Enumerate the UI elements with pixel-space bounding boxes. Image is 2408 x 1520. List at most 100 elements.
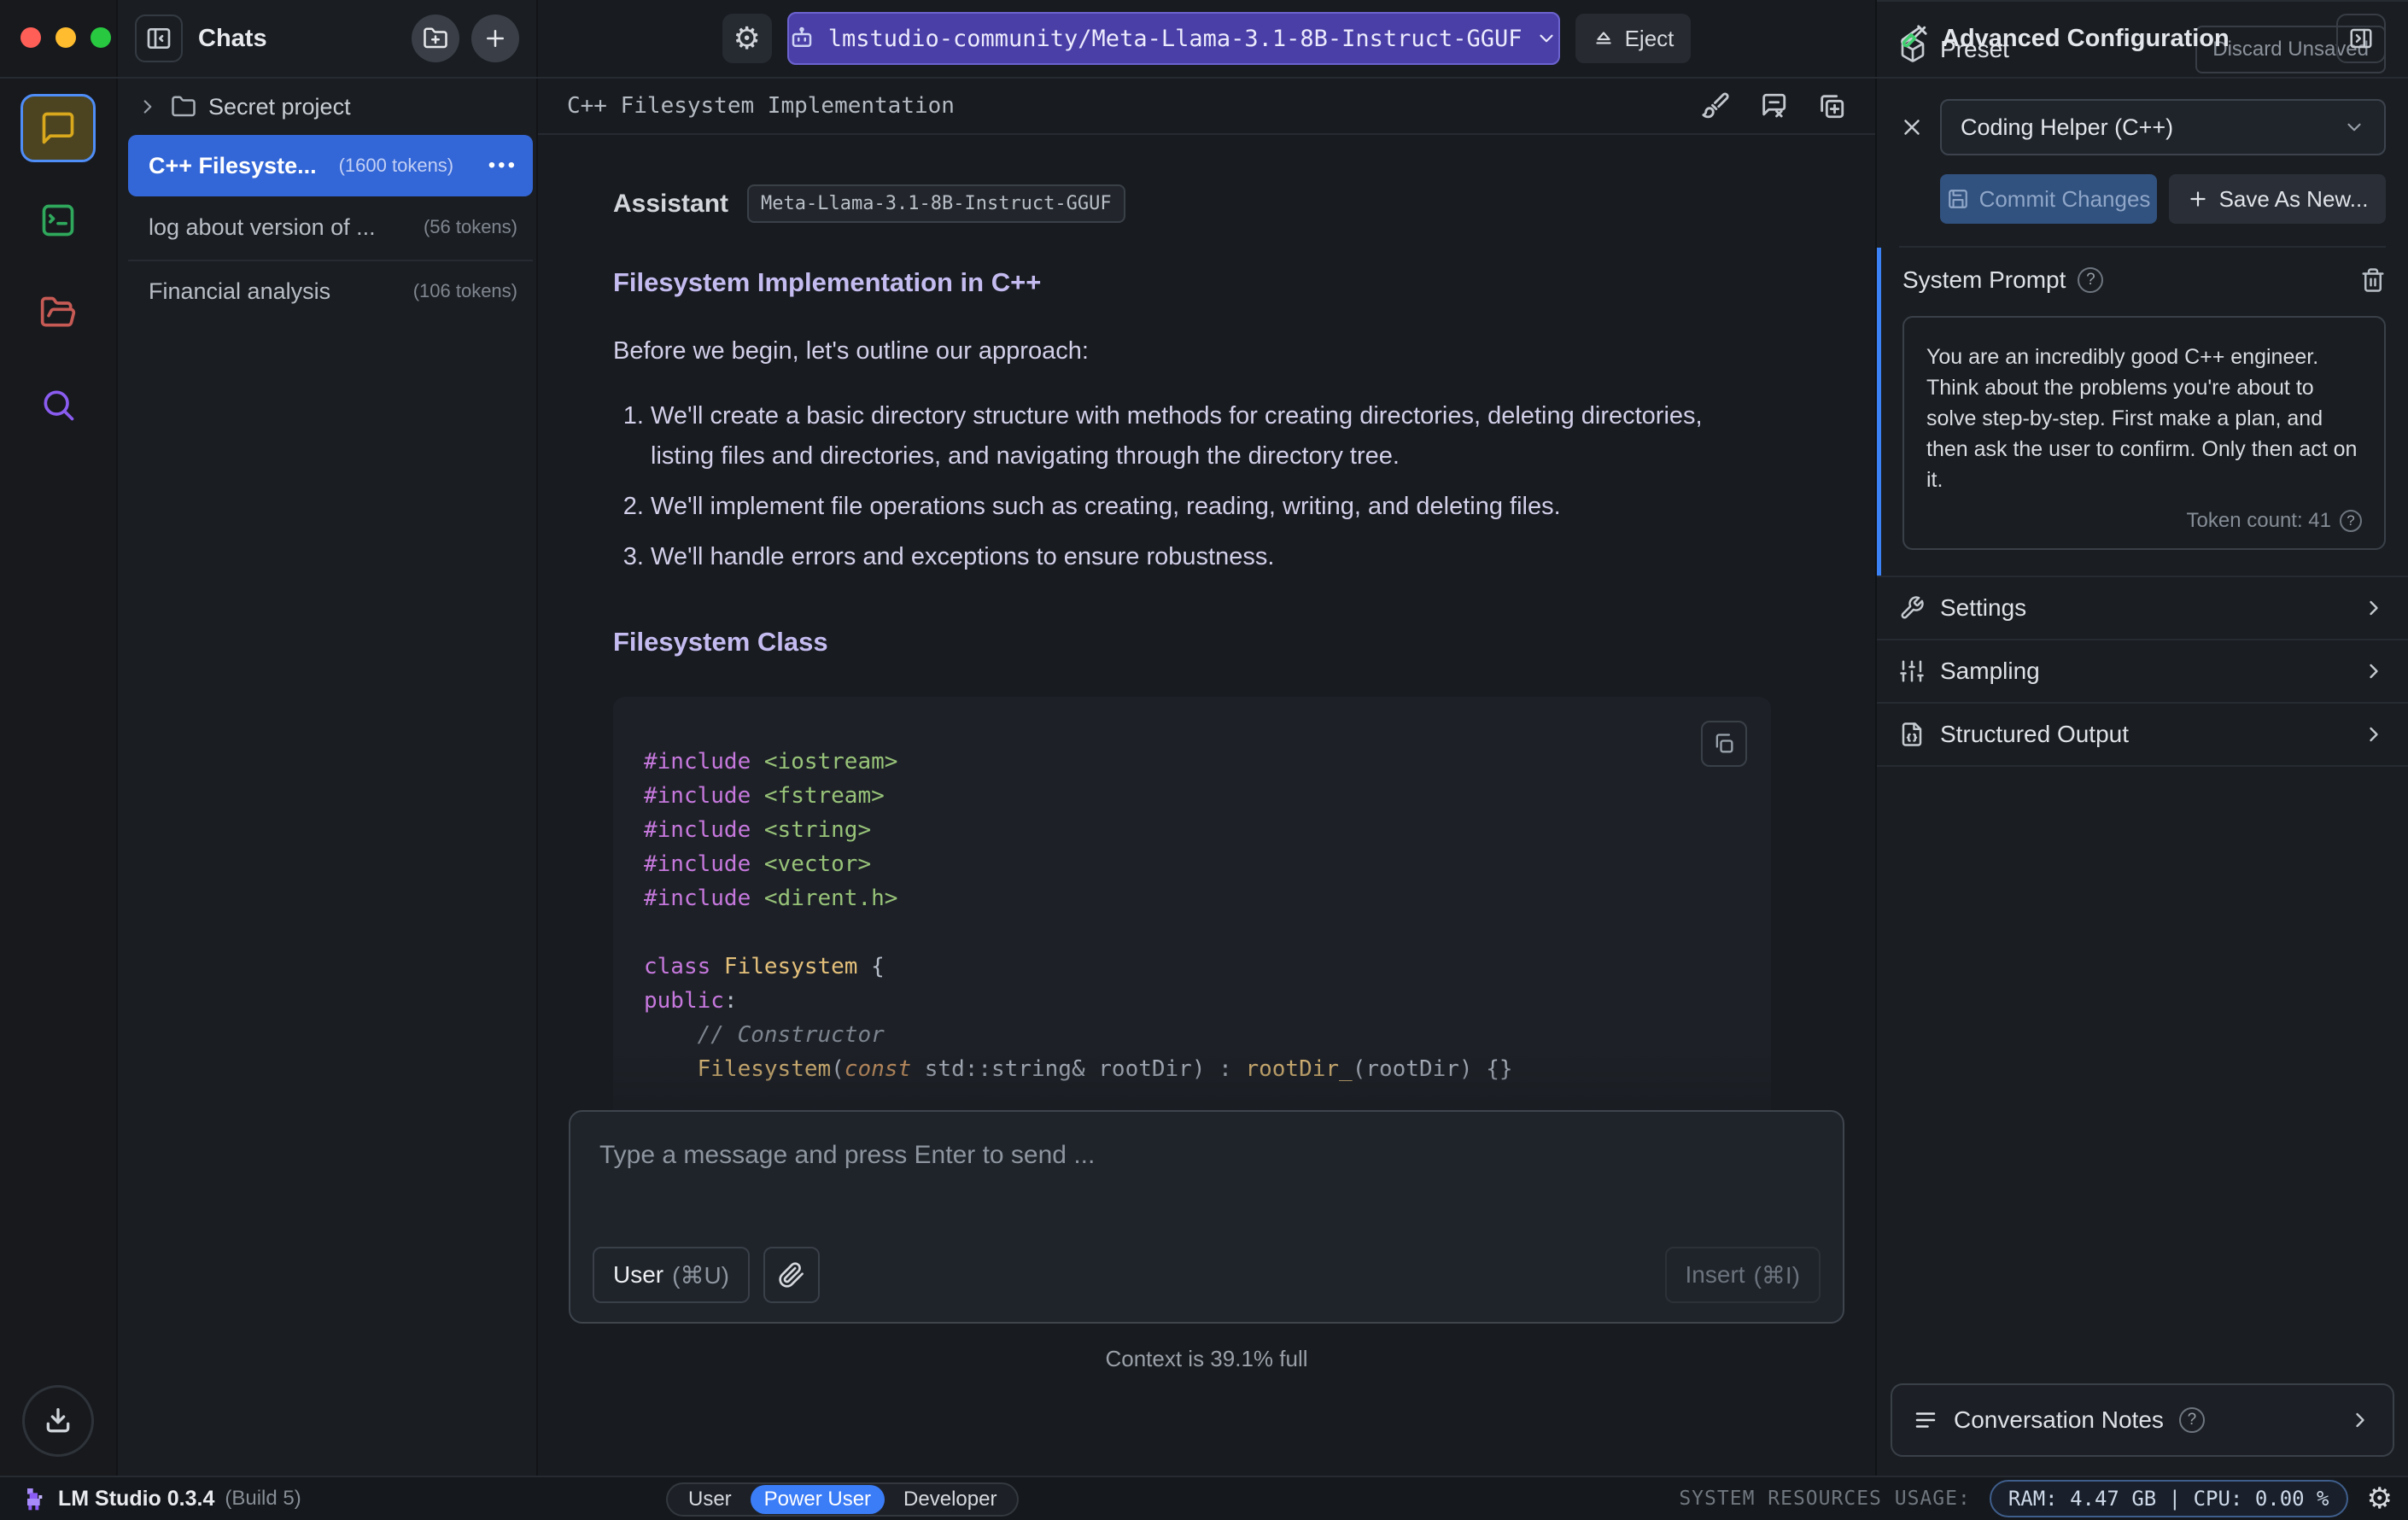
chat-titlebar: C++ Filesystem Implementation [538,79,1875,135]
downloads-button[interactable] [22,1385,94,1457]
trash-icon[interactable] [2360,267,2386,293]
chat-bubble-icon [39,109,77,147]
message-paragraph: Before we begin, let's outline our appro… [613,337,1089,365]
lmstudio-logo-icon [20,1485,48,1512]
search-icon [39,386,77,424]
message-list-item: We'll handle errors and exceptions to en… [651,537,1732,577]
app-name: LM Studio 0.3.4 [58,1486,215,1511]
wrench-icon [1899,595,1925,621]
new-folder-button[interactable] [412,15,459,62]
chat-item-tokens: (56 tokens) [423,216,517,237]
paperclip-icon [778,1261,805,1289]
code-line: public: [644,987,738,1014]
close-window-button[interactable] [20,27,41,48]
code-block: #include <iostream> #include <fstream> #in… [613,696,1771,1175]
message-input[interactable]: Type a message and press Enter to send .… [569,1110,1844,1324]
assistant-message-body: Filesystem Implementation in C++ Before … [613,267,1771,1175]
preset-value: Coding Helper (C++) [1961,114,2174,140]
preset-dropdown[interactable]: Coding Helper (C++) [1940,99,2386,155]
role-toggle-button[interactable]: User (⌘U) [593,1247,750,1303]
code-line: #include <string> [644,816,872,843]
nav-developer-button[interactable] [20,186,96,254]
minimize-window-button[interactable] [56,27,76,48]
code-line: #include <fstream> [644,782,885,809]
conversation-area[interactable]: Assistant Meta-Llama-3.1-8B-Instruct-GGU… [538,137,1875,1187]
copy-code-button[interactable] [1701,720,1747,767]
eject-model-button[interactable]: Eject [1575,14,1692,63]
chevron-right-icon [2362,722,2386,746]
clear-preset-button[interactable] [1899,114,1925,140]
resources-usage-pill[interactable]: RAM: 4.47 GB | CPU: 0.00 % [1989,1480,2348,1517]
code-line: // Constructor [644,1021,885,1048]
help-icon[interactable]: ? [2078,267,2104,293]
collapse-sidebar-button[interactable] [135,15,183,62]
chat-list-item[interactable]: C++ Filesyste... (1600 tokens) ••• [128,135,533,196]
system-prompt-textarea[interactable]: You are an incredibly good C++ engineer.… [1902,316,2386,550]
mode-user[interactable]: User [675,1485,745,1514]
section-settings[interactable]: Settings [1877,577,2408,640]
maximize-window-button[interactable] [91,27,111,48]
settings-gear-icon[interactable]: ⚙ [2367,1482,2393,1516]
clear-conversation-icon[interactable] [1759,91,1788,120]
save-as-new-label: Save As New... [2218,185,2369,212]
help-icon[interactable]: ? [2340,510,2362,532]
chevron-down-icon [2343,116,2365,138]
duplicate-chat-icon[interactable] [1817,91,1846,120]
chat-title: C++ Filesystem Implementation [567,93,955,119]
message-heading: Filesystem Implementation in C++ [613,267,1042,297]
context-usage-status: Context is 39.1% full [1105,1346,1308,1371]
chevron-right-icon [2348,1408,2372,1432]
commit-changes-label: Commit Changes [1978,185,2151,212]
chat-main: C++ Filesystem Implementation Assistant … [538,0,1875,1476]
message-input-placeholder: Type a message and press Enter to send .… [599,1141,1096,1169]
nav-discover-button[interactable] [20,371,96,439]
loaded-model-selector[interactable]: lmstudio-community/Meta-Llama-3.1-8B-Ins… [786,12,1560,65]
help-icon: ? [2178,1407,2205,1433]
notes-lines-icon [1913,1407,1938,1433]
nav-my-models-button[interactable] [20,278,96,347]
message-list-item: We'll create a basic directory structure… [651,396,1732,476]
mode-developer[interactable]: Developer [890,1485,1010,1514]
mode-power-user[interactable]: Power User [750,1485,885,1514]
chats-sidebar: Chats Secret project C++ Filesyste... (1… [116,0,538,1476]
chat-item-title: log about version of ... [149,213,376,240]
chat-list-item[interactable]: log about version of ... (56 tokens) [128,196,533,258]
role-label: User [613,1261,664,1288]
section-sampling[interactable]: Sampling [1877,640,2408,704]
collapse-panel-button[interactable] [2336,14,2386,63]
eject-label: Eject [1624,25,1674,51]
model-settings-button[interactable]: ⚙ [722,14,772,63]
chat-item-menu-button[interactable]: ••• [488,154,517,178]
assistant-message-header: Assistant Meta-Llama-3.1-8B-Instruct-GGU… [613,184,1771,223]
nav-chat-button[interactable] [20,94,96,162]
new-chat-button[interactable] [471,15,519,62]
test-tube-icon [1899,24,1928,53]
conversation-notes-button[interactable]: Conversation Notes ? [1891,1383,2394,1457]
folder-label: Secret project [208,93,351,120]
system-prompt-section: System Prompt ? You are an incredibly go… [1877,248,2408,577]
sidebar-title: Chats [198,24,267,52]
assistant-label: Assistant [613,189,729,218]
app-build: (Build 5) [225,1487,301,1510]
insert-button[interactable]: Insert (⌘I) [1664,1247,1821,1303]
folder-row-secret-project[interactable]: Secret project [118,79,536,135]
system-prompt-text: You are an incredibly good C++ engineer.… [1926,345,2358,492]
attach-file-button[interactable] [763,1247,820,1303]
model-toolbar: ⚙ lmstudio-community/Meta-Llama-3.1-8B-I… [538,0,1875,77]
status-bar: LM Studio 0.3.4 (Build 5) User Power Use… [0,1476,2408,1520]
message-list: We'll create a basic directory structure… [613,396,1732,577]
token-count: Token count: 41 [2186,509,2331,532]
chat-list-item[interactable]: Financial analysis (106 tokens) [128,260,533,321]
save-as-new-button[interactable]: Save As New... [2169,174,2386,224]
commit-changes-button[interactable]: Commit Changes [1940,174,2157,224]
code-line: #include <iostream> [644,748,898,775]
brush-icon[interactable] [1701,91,1730,120]
sidebar-header: Chats [118,0,536,77]
chevron-down-icon [1535,27,1558,50]
loaded-model-name: lmstudio-community/Meta-Llama-3.1-8B-Ins… [827,25,1523,52]
mode-switcher: User Power User Developer [666,1482,1020,1517]
section-structured-output[interactable]: Structured Output [1877,704,2408,767]
panel-title: Advanced Configuration [1942,24,2230,52]
chevron-right-icon [137,96,159,118]
